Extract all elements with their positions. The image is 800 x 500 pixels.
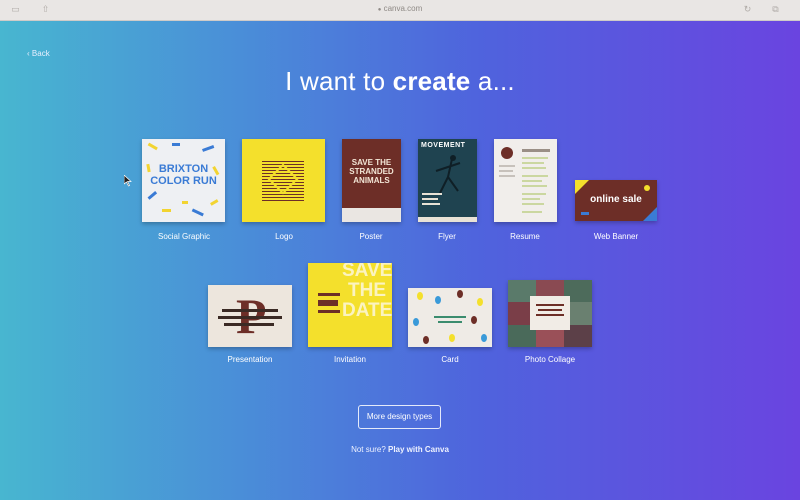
back-link[interactable]: ‹ Back xyxy=(27,49,50,58)
page-title: I want to create a... xyxy=(0,66,800,97)
not-sure-prompt: Not sure? Play with Canva xyxy=(0,445,800,454)
tabs-icon[interactable]: ⧉ xyxy=(770,4,781,15)
flyer-thumbnail: MOVEMENT xyxy=(418,139,477,222)
address-bar[interactable]: ● canva.com xyxy=(0,4,800,13)
title-suffix: a... xyxy=(470,66,515,96)
poster-thumbnail: SAVE THE STRANDED ANIMALS xyxy=(342,139,401,222)
title-bold: create xyxy=(392,66,471,96)
invitation-date-line-3 xyxy=(318,310,340,313)
resume-layout xyxy=(499,147,550,213)
presentation-line-3 xyxy=(224,323,274,326)
presentation-line-2 xyxy=(218,316,282,319)
browser-toolbar: ▭ ⇧ ● canva.com ↻ ⧉ xyxy=(0,0,800,21)
resume-thumbnail xyxy=(494,139,557,222)
flyer-footer-band xyxy=(418,217,477,222)
photo-collage-images xyxy=(508,280,592,347)
social-graphic-thumb-text: BRIXTON COLOR RUN xyxy=(150,163,217,187)
reload-icon[interactable]: ↻ xyxy=(742,4,753,15)
url-text: canva.com xyxy=(383,4,423,13)
flyer-thumb-text: MOVEMENT xyxy=(421,142,466,149)
poster-footer-band xyxy=(342,208,401,222)
back-label: Back xyxy=(31,49,50,58)
invitation-date-line-1 xyxy=(318,293,340,296)
web-banner-thumb-text: online sale xyxy=(590,194,642,205)
more-design-types-button[interactable]: More design types xyxy=(358,405,441,429)
chevron-left-icon: ‹ xyxy=(27,49,30,58)
not-sure-text: Not sure? xyxy=(351,445,386,454)
invitation-date-line-2 xyxy=(318,300,338,306)
poster-thumb-text: SAVE THE STRANDED ANIMALS xyxy=(349,158,394,185)
social-graphic-thumbnail: BRIXTON COLOR RUN xyxy=(142,139,225,222)
logo-thumbnail xyxy=(242,139,325,222)
invitation-thumbnail: SAVE THE DATE xyxy=(308,263,392,347)
play-with-canva-link[interactable]: Play with Canva xyxy=(388,445,449,454)
title-prefix: I want to xyxy=(285,66,393,96)
web-banner-thumbnail: online sale xyxy=(575,180,657,221)
card-thumbnail xyxy=(408,288,492,347)
invitation-thumb-text: SAVE THE DATE xyxy=(342,263,392,321)
flyer-dancer-figure xyxy=(422,155,461,205)
mouse-cursor-icon xyxy=(124,175,132,187)
card-drop-pattern xyxy=(413,290,487,344)
presentation-line-1 xyxy=(222,309,278,312)
photo-collage-thumbnail xyxy=(508,280,592,347)
lock-icon: ● xyxy=(377,7,382,13)
web-banner-label: Web Banner xyxy=(593,232,639,241)
presentation-thumbnail: P xyxy=(208,285,292,347)
photo-collage-label: Photo Collage xyxy=(524,355,576,364)
